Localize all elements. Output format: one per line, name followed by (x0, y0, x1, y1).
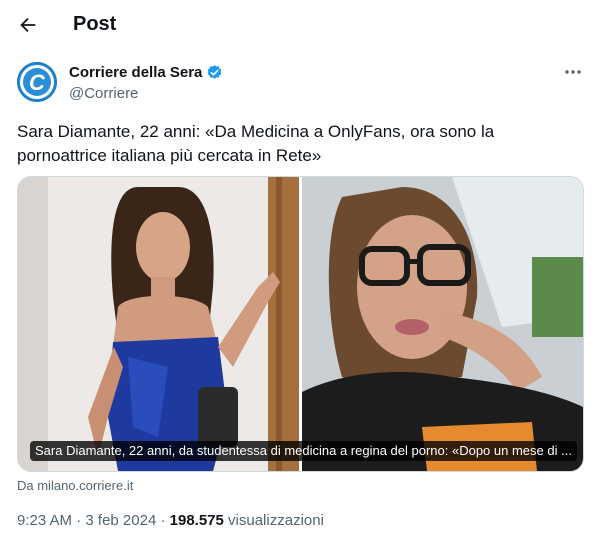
svg-text:C: C (29, 70, 46, 95)
author-handle[interactable]: @Corriere (69, 85, 138, 102)
photo-right (302, 177, 583, 471)
author-name-text[interactable]: Corriere della Sera (69, 64, 202, 81)
avatar[interactable]: C (17, 62, 57, 102)
photo-left (18, 177, 299, 471)
link-card[interactable]: Sara Diamante, 22 anni, da studentessa d… (17, 176, 584, 472)
corriere-logo: C (20, 65, 54, 99)
card-source-link[interactable]: Da milano.corriere.it (17, 478, 133, 493)
meta-separator-2: · (156, 512, 170, 529)
tweet-text: Sara Diamante, 22 anni: «Da Medicina a O… (17, 122, 495, 165)
page-title: Post (73, 13, 117, 35)
views-label: visualizzazioni (223, 512, 324, 529)
arrow-left-icon (20, 17, 36, 33)
tweet-meta: 9:23 AM · 3 feb 2024 · 198.575 visualizz… (17, 512, 324, 529)
tweet-date[interactable]: 3 feb 2024 (85, 512, 156, 529)
card-caption: Sara Diamante, 22 anni, da studentessa d… (30, 441, 577, 461)
author-name[interactable]: Corriere della Sera (69, 64, 223, 81)
more-options-button[interactable] (560, 62, 586, 82)
verified-badge-icon (206, 64, 223, 81)
meta-separator: · (72, 512, 86, 529)
back-button[interactable] (12, 9, 44, 41)
more-dots-icon (565, 70, 581, 74)
views-count[interactable]: 198.575 (170, 512, 224, 529)
top-bar: Post (0, 0, 600, 50)
tweet-time[interactable]: 9:23 AM (17, 512, 72, 529)
